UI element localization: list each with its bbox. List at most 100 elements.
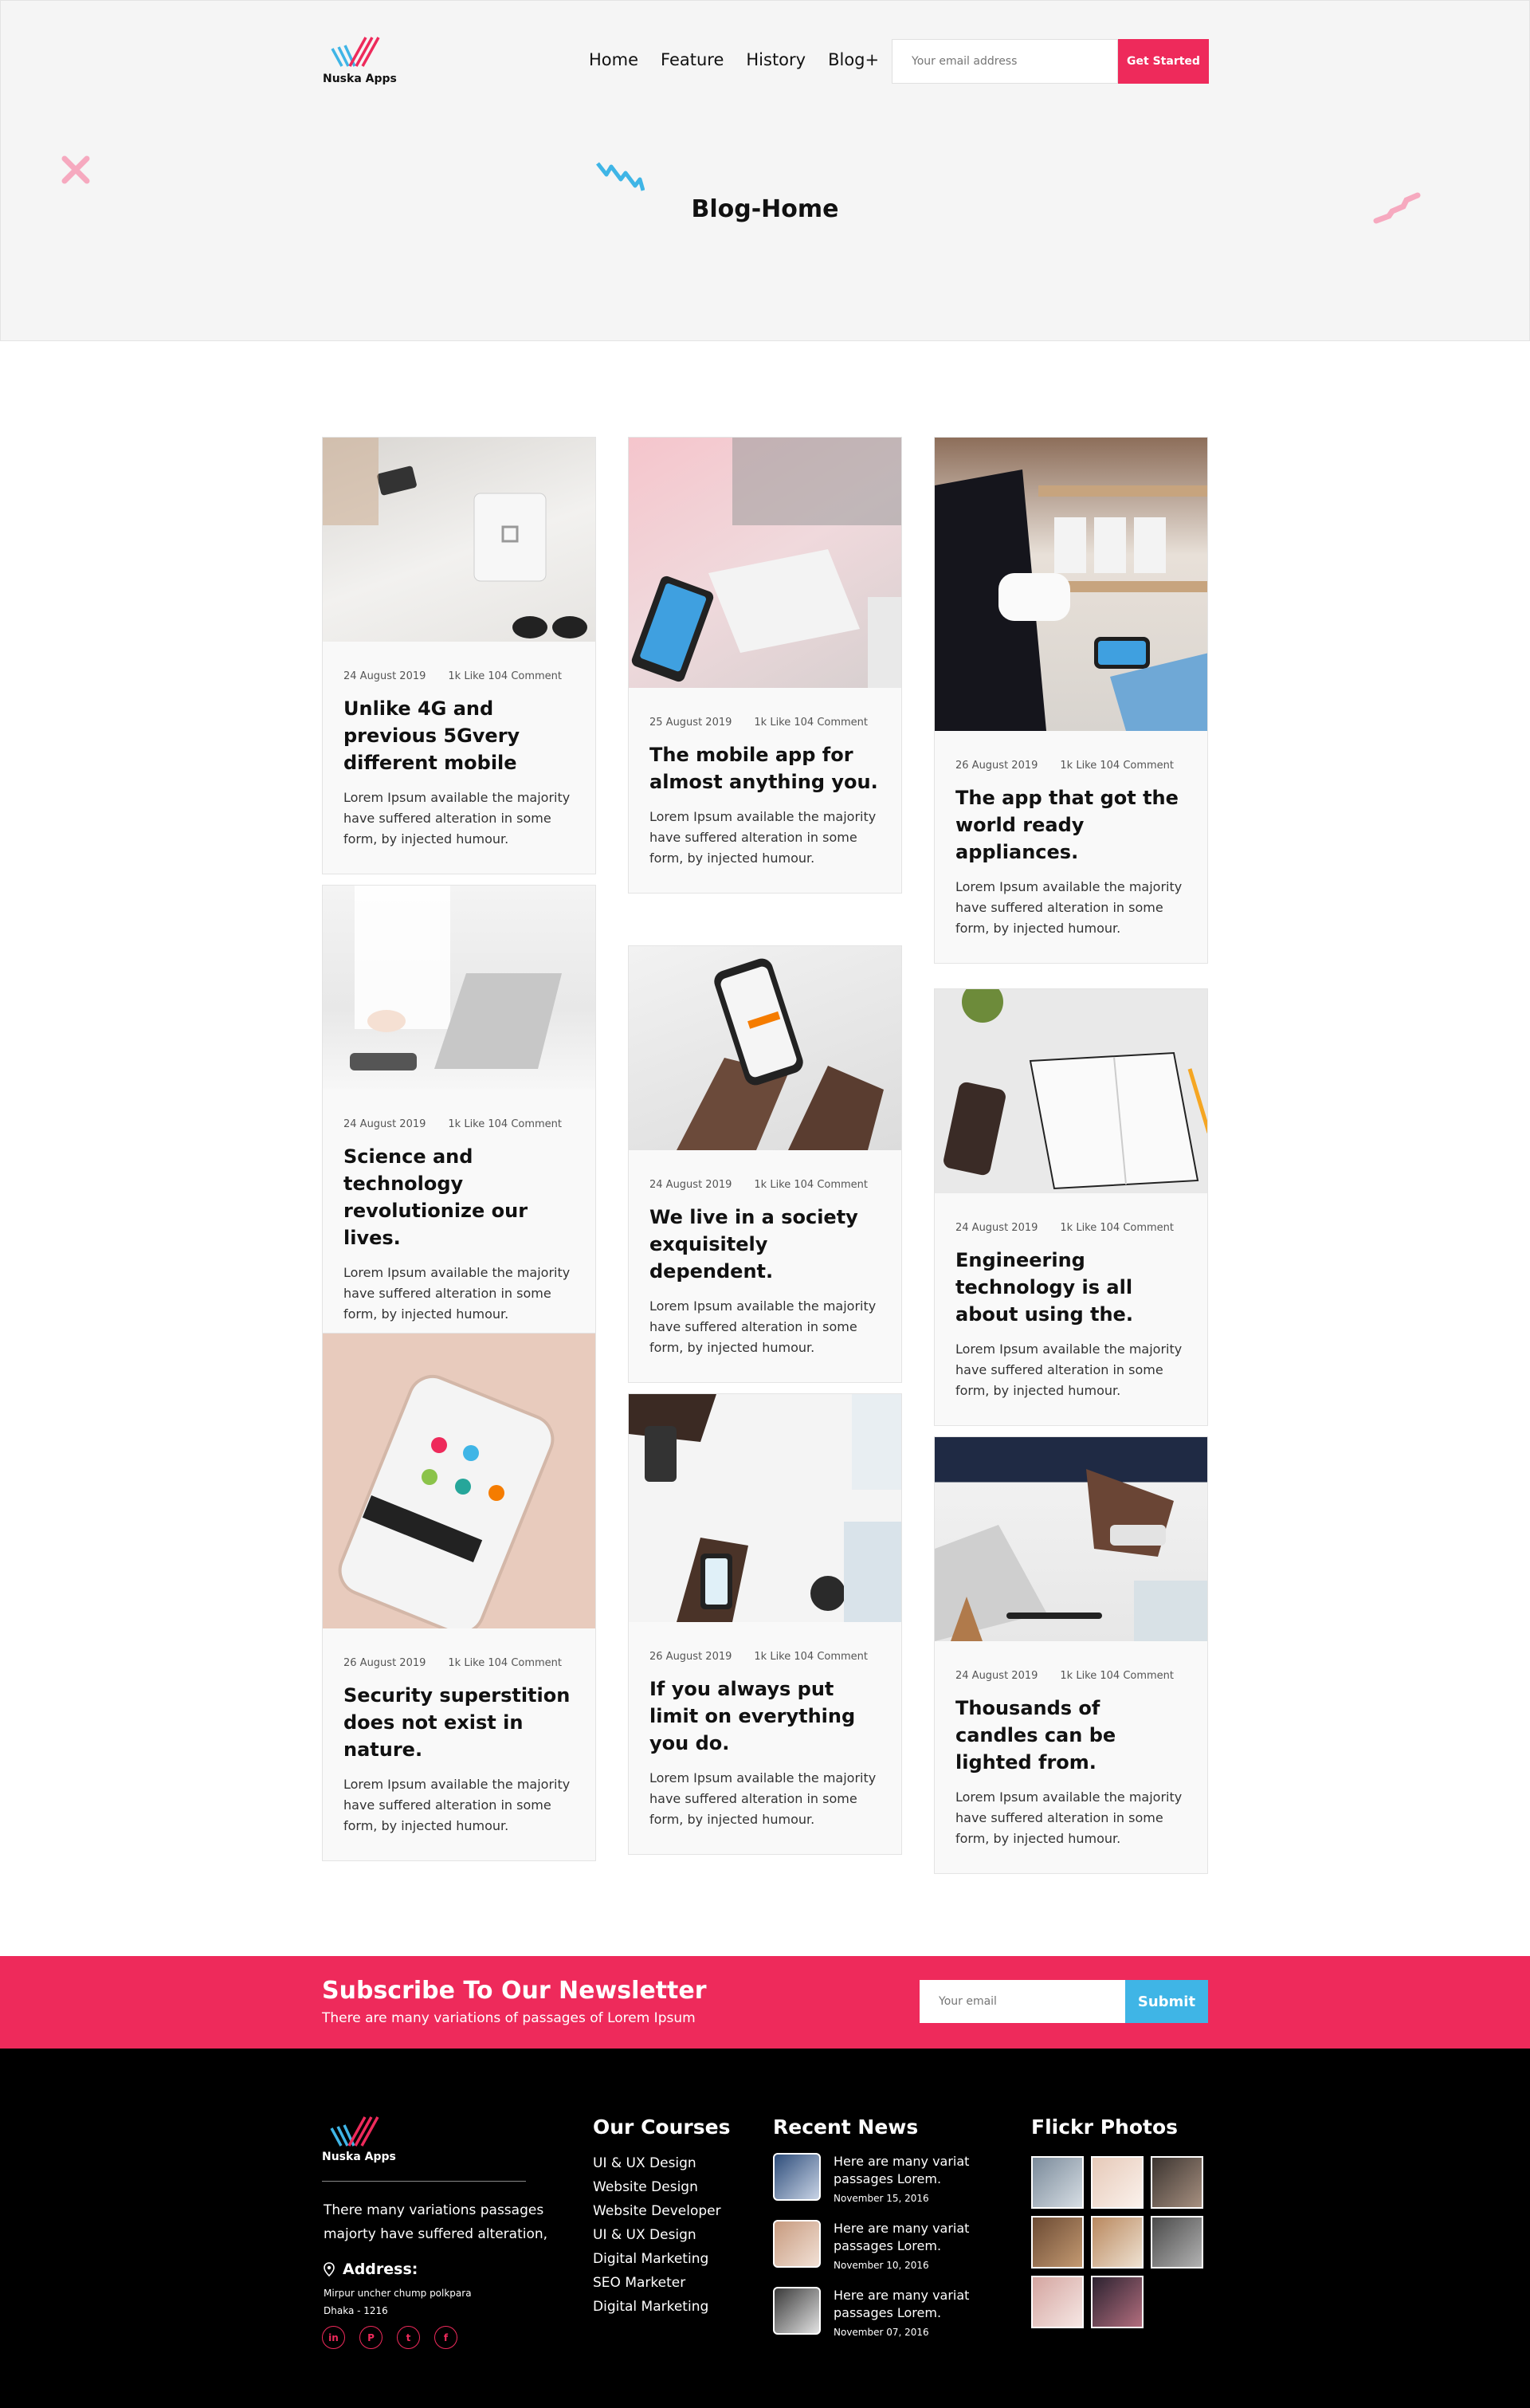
nav-home[interactable]: Home xyxy=(589,50,638,69)
post-stats: 1k Like 104 Comment xyxy=(448,670,563,682)
twitter-icon[interactable]: t xyxy=(397,2326,420,2349)
post-title[interactable]: Thousands of candles can be lighted from… xyxy=(955,1695,1187,1776)
post-stats: 1k Like 104 Comment xyxy=(1060,1670,1175,1682)
post-title[interactable]: Engineering technology is all about usin… xyxy=(955,1247,1187,1328)
blog-card[interactable]: 24 August 2019 1k Like 104 Comment Engine… xyxy=(934,988,1208,1426)
header-subscribe-form: Get Started xyxy=(892,39,1209,84)
flickr-photo[interactable] xyxy=(1091,2156,1144,2209)
footer-brand-name: Nuska Apps xyxy=(322,2151,396,2163)
news-item[interactable]: Here are many variat passages Lorem. Nove… xyxy=(773,2220,996,2271)
post-meta: 26 August 2019 1k Like 104 Comment xyxy=(649,1651,881,1663)
social-links: in P t f xyxy=(322,2326,457,2349)
post-stats: 1k Like 104 Comment xyxy=(754,1651,869,1663)
news-item[interactable]: Here are many variat passages Lorem. Nove… xyxy=(773,2153,996,2204)
pinterest-icon[interactable]: P xyxy=(359,2326,382,2349)
post-meta: 24 August 2019 1k Like 104 Comment xyxy=(955,1670,1187,1682)
footer-divider xyxy=(322,2181,526,2182)
post-title[interactable]: Unlike 4G and previous 5Gvery different … xyxy=(343,695,575,776)
post-date: 26 August 2019 xyxy=(649,1651,732,1663)
linkedin-icon[interactable]: in xyxy=(322,2326,345,2349)
post-title[interactable]: The mobile app for almost anything you. xyxy=(649,741,881,795)
flickr-photo[interactable] xyxy=(1031,2276,1084,2328)
news-thumbnail xyxy=(773,2153,821,2201)
blog-card[interactable]: 24 August 2019 1k Like 104 Comment We liv… xyxy=(628,945,902,1383)
brand-logo[interactable]: Nuska Apps xyxy=(323,33,402,90)
course-link[interactable]: Digital Marketing xyxy=(593,2295,730,2319)
blog-card[interactable]: 26 August 2019 1k Like 104 Comment If you… xyxy=(628,1393,902,1855)
logo-mark-icon xyxy=(330,2116,379,2147)
blog-card[interactable]: 24 August 2019 1k Like 104 Comment Thousa… xyxy=(934,1436,1208,1874)
post-excerpt: Lorem Ipsum available the majority have … xyxy=(649,1298,877,1355)
blog-card-image xyxy=(629,438,901,688)
course-link[interactable]: UI & UX Design xyxy=(593,2223,730,2247)
flickr-grid xyxy=(1031,2156,1203,2328)
flickr-photo[interactable] xyxy=(1031,2216,1084,2269)
news-date: November 07, 2016 xyxy=(834,2327,929,2338)
nav-blog[interactable]: Blog+ xyxy=(828,50,879,69)
newsletter-subtitle: There are many variations of passages of… xyxy=(322,2010,696,2026)
newsletter-email-input[interactable] xyxy=(920,1980,1125,2023)
flickr-photo[interactable] xyxy=(1031,2156,1084,2209)
footer-logo[interactable]: Nuska Apps xyxy=(322,2112,402,2170)
news-thumbnail xyxy=(773,2220,821,2268)
courses-heading: Our Courses xyxy=(593,2115,731,2139)
courses-column: Our Courses UI & UX Design Website Desig… xyxy=(593,2115,730,2319)
hero-section: Nuska Apps Home Feature History Blog+ Ge… xyxy=(0,0,1530,341)
post-excerpt: Lorem Ipsum available the majority have … xyxy=(955,1341,1183,1398)
blog-card[interactable]: 26 August 2019 1k Like 104 Comment The ap… xyxy=(934,437,1208,964)
post-stats: 1k Like 104 Comment xyxy=(754,1179,869,1191)
address-heading: Address: xyxy=(324,2261,418,2278)
get-started-button[interactable]: Get Started xyxy=(1118,39,1209,84)
post-title[interactable]: Science and technology revolutionize our… xyxy=(343,1143,575,1251)
post-excerpt: Lorem Ipsum available the majority have … xyxy=(649,1770,877,1827)
facebook-icon[interactable]: f xyxy=(434,2326,457,2349)
nav-history[interactable]: History xyxy=(746,50,806,69)
post-date: 26 August 2019 xyxy=(955,760,1038,772)
post-date: 24 August 2019 xyxy=(343,670,426,682)
post-stats: 1k Like 104 Comment xyxy=(448,1657,563,1669)
post-excerpt: Lorem Ipsum available the majority have … xyxy=(955,1789,1183,1846)
flickr-photo[interactable] xyxy=(1151,2216,1203,2269)
submit-button[interactable]: Submit xyxy=(1125,1980,1208,2023)
post-date: 24 August 2019 xyxy=(343,1118,426,1130)
news-title: Here are many variat passages Lorem. xyxy=(834,2288,970,2320)
post-stats: 1k Like 104 Comment xyxy=(1060,1222,1175,1234)
blog-card-image xyxy=(629,1394,901,1622)
post-excerpt: Lorem Ipsum available the majority have … xyxy=(343,790,571,847)
blog-card[interactable]: 26 August 2019 1k Like 104 Comment Securi… xyxy=(322,1333,596,1861)
post-stats: 1k Like 104 Comment xyxy=(1060,760,1175,772)
address-line: Dhaka - 1216 xyxy=(324,2305,388,2316)
news-title: Here are many variat passages Lorem. xyxy=(834,2154,970,2186)
blog-card[interactable]: 25 August 2019 1k Like 104 Comment The mo… xyxy=(628,437,902,894)
course-link[interactable]: SEO Marketer xyxy=(593,2271,730,2295)
course-link[interactable]: Website Developer xyxy=(593,2199,730,2223)
post-excerpt: Lorem Ipsum available the majority have … xyxy=(649,809,877,866)
blog-card-image xyxy=(323,886,595,1090)
post-title[interactable]: We live in a society exquisitely depende… xyxy=(649,1204,881,1285)
flickr-photo[interactable] xyxy=(1151,2156,1203,2209)
post-title[interactable]: Security superstition does not exist in … xyxy=(343,1682,575,1763)
header-email-input[interactable] xyxy=(892,39,1118,84)
course-link[interactable]: Website Design xyxy=(593,2175,730,2199)
post-meta: 26 August 2019 1k Like 104 Comment xyxy=(955,760,1187,772)
location-pin-icon xyxy=(324,2262,335,2276)
course-link[interactable]: UI & UX Design xyxy=(593,2151,730,2175)
flickr-heading: Flickr Photos xyxy=(1031,2115,1178,2139)
post-date: 24 August 2019 xyxy=(649,1179,732,1191)
post-title[interactable]: The app that got the world ready applian… xyxy=(955,784,1187,866)
news-item[interactable]: Here are many variat passages Lorem. Nove… xyxy=(773,2287,996,2338)
course-link[interactable]: Digital Marketing xyxy=(593,2247,730,2271)
news-date: November 15, 2016 xyxy=(834,2193,929,2204)
post-date: 24 August 2019 xyxy=(955,1222,1038,1234)
newsletter-section: Subscribe To Our Newsletter There are ma… xyxy=(0,1956,1530,2049)
blog-card[interactable]: 24 August 2019 1k Like 104 Comment Unlike… xyxy=(322,437,596,874)
flickr-photo[interactable] xyxy=(1091,2276,1144,2328)
blog-card-image xyxy=(935,989,1207,1193)
flickr-photo[interactable] xyxy=(1091,2216,1144,2269)
post-meta: 26 August 2019 1k Like 104 Comment xyxy=(343,1657,575,1669)
blog-card[interactable]: 24 August 2019 1k Like 104 Comment Scienc… xyxy=(322,885,596,1349)
newsletter-form: Submit xyxy=(920,1980,1208,2023)
post-stats: 1k Like 104 Comment xyxy=(754,717,869,729)
nav-feature[interactable]: Feature xyxy=(661,50,724,69)
post-title[interactable]: If you always put limit on everything yo… xyxy=(649,1675,881,1757)
